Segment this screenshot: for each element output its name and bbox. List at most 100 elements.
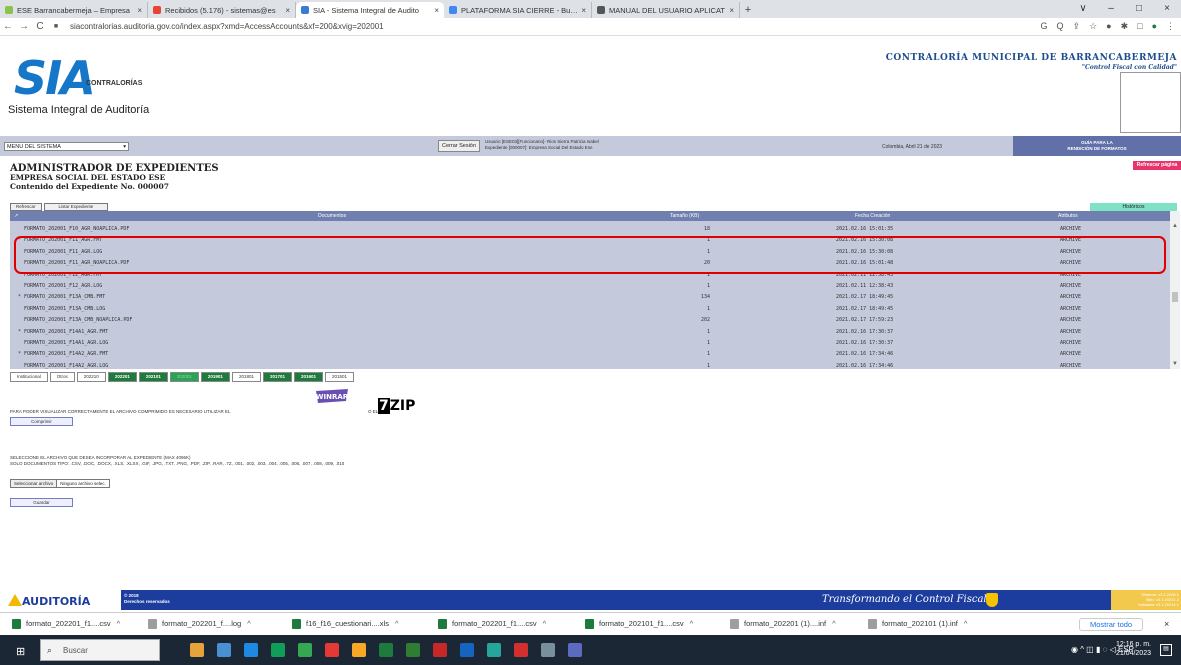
chevron-up-icon[interactable]: ^ [117, 619, 121, 628]
taskbar-app-icon[interactable] [406, 643, 420, 657]
table-row[interactable]: FORMATO_202001_F13A_CMB.LOG 1 2021.02.17 1… [10, 305, 1170, 313]
puzzle-icon[interactable]: ✱ [1121, 21, 1129, 32]
7zip-logo[interactable]: 7ZIP [378, 398, 415, 414]
chevron-up-icon[interactable]: ^ [247, 619, 251, 628]
download-item[interactable]: formato_202201 (1)....inf ^ [730, 619, 836, 630]
browser-tab[interactable]: PLATAFORMA SIA CIERRE - Busca × [444, 2, 592, 18]
taskbar-app-icon[interactable] [271, 643, 285, 657]
table-row[interactable]: FORMATO_202001_F13A_CMB_NOAPLICA.PDF 202 2… [10, 316, 1170, 324]
reload-icon[interactable]: C [32, 21, 48, 32]
taskbar-app-icon[interactable] [568, 643, 582, 657]
taskbar-app-icon[interactable] [244, 643, 258, 657]
file-input[interactable]: Seleccionar archivo Ninguno archivo sele… [10, 479, 110, 488]
winrar-logo[interactable]: WINRAR [312, 387, 352, 409]
table-row[interactable]: * FORMATO_202001_F14A1_AGR.FMT 1 2021.02.16… [10, 328, 1170, 336]
menu-icon[interactable]: ⋮ [1166, 21, 1175, 32]
period-button[interactable]: 201601 [294, 372, 324, 382]
taskbar-app-icon[interactable] [541, 643, 555, 657]
scroll-up-icon[interactable]: ▲ [1172, 223, 1178, 229]
taskbar-app-icon[interactable] [217, 643, 231, 657]
forward-icon[interactable]: → [16, 21, 32, 32]
period-button[interactable]: 202101 [138, 372, 168, 382]
table-row[interactable]: FORMATO_202001_F12_AGR.LOG 1 2021.02.11 12… [10, 282, 1170, 290]
chevron-up-icon[interactable]: ^ [832, 619, 836, 628]
table-row[interactable]: * FORMATO_202001_F14A2_AGR.FMT 1 2021.02.16… [10, 350, 1170, 358]
sidepanel-icon[interactable]: □ [1137, 21, 1142, 32]
chevron-up-icon[interactable]: ^ [690, 619, 694, 628]
download-item[interactable]: formato_202101 (1).inf ^ [868, 619, 968, 630]
choose-file-button[interactable]: Seleccionar archivo [10, 479, 58, 488]
period-button[interactable]: 202210 [76, 372, 106, 382]
close-tab-icon[interactable]: × [137, 6, 142, 15]
google-lens-icon[interactable]: G [1040, 21, 1047, 32]
back-icon[interactable]: ← [0, 21, 16, 32]
close-tab-icon[interactable]: × [434, 6, 439, 15]
browser-tab-active[interactable]: SIA - Sistema Integral de Audito × [296, 2, 444, 18]
notifications-icon[interactable]: ▤ [1160, 644, 1172, 656]
windows-start-icon[interactable]: ⊞ [16, 645, 25, 658]
refresh-page-button[interactable]: Refrescar página [1133, 161, 1181, 170]
grid-scrollbar[interactable]: ▲ ▼ [1170, 211, 1180, 369]
download-item[interactable]: formato_202201_f1....csv ^ [438, 619, 547, 630]
historic-button[interactable]: Históricos [1090, 203, 1177, 211]
taskbar-app-icon[interactable] [487, 643, 501, 657]
period-button[interactable]: 201501 [325, 372, 355, 382]
extension-icon[interactable]: ● [1106, 21, 1111, 32]
document-name[interactable]: FORMATO_202001_F14A1_AGR.FMT [24, 328, 108, 336]
document-name[interactable]: FORMATO_202001_F12_AGR.LOG [24, 282, 102, 290]
table-row[interactable]: FORMATO_202001_F14A1_AGR.LOG 1 2021.02.16 … [10, 339, 1170, 347]
document-name[interactable]: FORMATO_202001_F14A2_AGR.FMT [24, 350, 108, 358]
document-name[interactable]: FORMATO_202001_F13A_CMB.FMT [24, 293, 105, 301]
share-icon[interactable]: ⇪ [1073, 21, 1081, 32]
period-button[interactable]: 201701 [262, 372, 292, 382]
taskbar-search[interactable]: ⌕ Buscar [40, 639, 160, 661]
new-tab-button[interactable]: + [740, 2, 756, 18]
table-row[interactable]: FORMATO_202001_F10_AGR_NOAPLICA.PDF 18 202… [10, 225, 1170, 233]
table-row[interactable]: * FORMATO_202001_F13A_CMB.FMT 134 2021.02.1… [10, 293, 1170, 301]
document-name[interactable]: FORMATO_202001_F13A_CMB_NOAPLICA.PDF [24, 316, 132, 324]
guide-button[interactable]: GUÍA PARA LA RENDICIÓN DE FORMATOS [1013, 136, 1181, 156]
clock[interactable]: 12:16 p. m. 21/04/2023 [1116, 640, 1151, 658]
period-button[interactable]: 201901 [200, 372, 230, 382]
list-file-button[interactable]: Listar Expediente [43, 203, 109, 211]
taskbar-app-icon[interactable] [379, 643, 393, 657]
column-size[interactable]: Tamaño (KB) [670, 211, 699, 221]
document-name[interactable]: FORMATO_202001_F14A2_AGR.LOG [24, 362, 108, 369]
scroll-down-icon[interactable]: ▼ [1172, 361, 1178, 367]
tab-search-icon[interactable]: ∨ [1069, 0, 1097, 18]
column-attributes[interactable]: Atributos [1058, 211, 1078, 221]
period-button[interactable]: 202001 [169, 372, 199, 382]
period-button[interactable]: Otros [49, 372, 75, 382]
browser-tab[interactable]: MANUAL DEL USUARIO APLICAT × [592, 2, 740, 18]
taskbar-app-icon[interactable] [352, 643, 366, 657]
browser-tab[interactable]: Recibidos (5.176) - sistemas@es × [148, 2, 296, 18]
bookmark-star-icon[interactable]: ☆ [1089, 21, 1097, 32]
download-item[interactable]: formato_202201_f1....csv ^ [12, 619, 121, 630]
minimize-button[interactable]: – [1097, 0, 1125, 18]
profile-avatar-icon[interactable]: ● [1152, 21, 1157, 32]
close-window-button[interactable]: × [1153, 0, 1181, 18]
close-downloads-icon[interactable]: × [1164, 619, 1169, 629]
taskbar-app-icon[interactable] [514, 643, 528, 657]
taskbar-app-icon[interactable] [433, 643, 447, 657]
document-name[interactable]: FORMATO_202001_F10_AGR_NOAPLICA.PDF [24, 225, 129, 233]
close-tab-icon[interactable]: × [285, 6, 290, 15]
close-tab-icon[interactable]: × [729, 6, 734, 15]
period-button[interactable]: 201801 [231, 372, 261, 382]
chevron-up-icon[interactable]: ^ [543, 619, 547, 628]
download-item[interactable]: formato_202201_f....log ^ [148, 619, 251, 630]
zoom-icon[interactable]: Q [1057, 21, 1064, 32]
chevron-up-icon[interactable]: ^ [395, 619, 399, 628]
table-row[interactable]: FORMATO_202001_F14A2_AGR.LOG 1 2021.02.16 … [10, 362, 1170, 369]
show-all-button[interactable]: Mostrar todo [1079, 618, 1144, 631]
download-item[interactable]: formato_202101_f1....csv ^ [585, 619, 694, 630]
period-button[interactable]: Institucional [10, 372, 48, 382]
taskbar-app-icon[interactable] [298, 643, 312, 657]
download-item[interactable]: f16_f16_cuestionari....xls ^ [292, 619, 399, 630]
browser-tab[interactable]: ESE Barrancabermeja – Empresa × [0, 2, 148, 18]
chevron-up-icon[interactable]: ^ [964, 619, 968, 628]
document-name[interactable]: FORMATO_202001_F13A_CMB.LOG [24, 305, 105, 313]
close-session-button[interactable]: Cerrar Sesión [438, 140, 480, 152]
save-button[interactable]: Guardar [10, 498, 73, 507]
period-button[interactable]: 202201 [107, 372, 137, 382]
